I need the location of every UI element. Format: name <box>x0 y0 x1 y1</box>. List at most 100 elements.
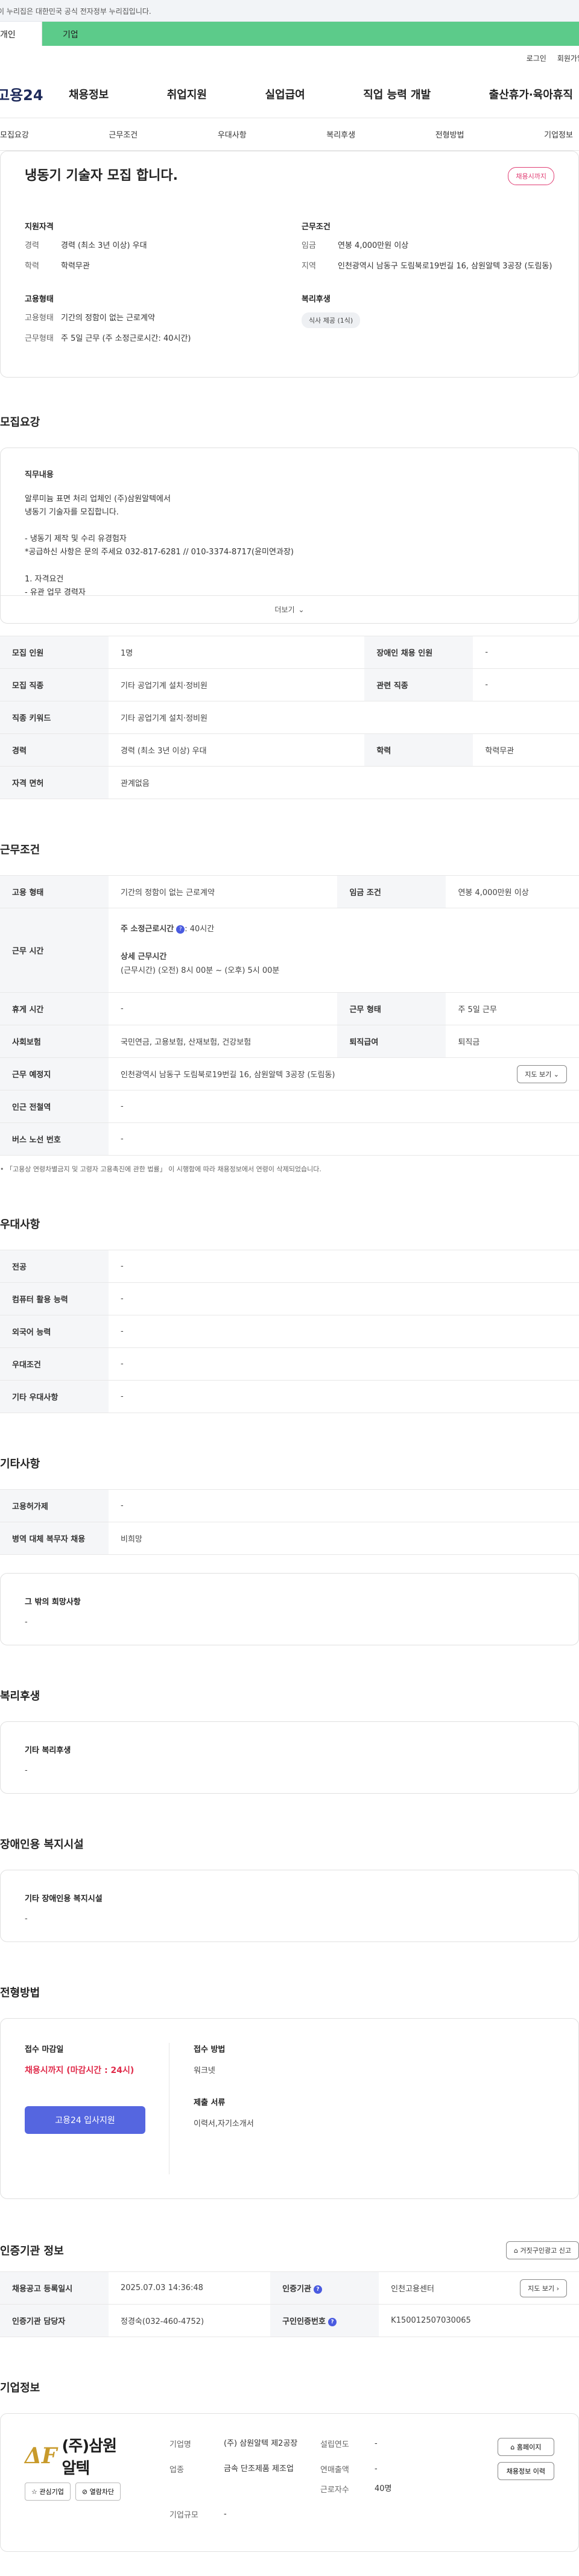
block-view-button[interactable]: ⊘ 열람차단 <box>75 2483 121 2501</box>
summary-employment: 고용형태 고용형태 기간의 정함이 없는 근로계약 근무형태 주 5일 근무 (주 … <box>25 293 277 353</box>
edu-value: 학력무관 <box>61 261 90 271</box>
home-icon: ⌂ <box>514 2247 519 2255</box>
row-value: - <box>109 1250 579 1283</box>
founded-value: - <box>375 2439 378 2448</box>
more-button[interactable]: 더보기 ⌄ <box>1 595 578 623</box>
work-form-label: 근무형태 <box>25 334 54 343</box>
exp-value: 경력 (최소 3년 이상) 우대 <box>61 241 147 250</box>
row-value: 경력 (최소 3년 이상) 우대 <box>109 733 365 767</box>
logo-text: (주)삼원알텍 <box>62 2437 118 2478</box>
row-value: - <box>473 668 579 701</box>
section-title-recruit: 모집요강 <box>0 416 40 429</box>
row-value: - <box>109 1380 579 1413</box>
row-label: 임금 조건 <box>337 875 446 908</box>
help-icon[interactable]: ? <box>176 925 185 934</box>
nav-jobs[interactable]: 채용정보 <box>69 86 109 102</box>
row-label: 근무 시간 <box>0 908 109 993</box>
revenue-value: - <box>375 2464 378 2473</box>
chevron-right-icon: › <box>556 2284 559 2293</box>
nav-employment-support[interactable]: 취업지원 <box>167 86 207 102</box>
employment-heading: 고용형태 <box>25 295 54 304</box>
docs-value: 이력서,자기소개서 <box>194 2119 254 2128</box>
row-label: 근무 예정지 <box>0 1057 109 1090</box>
table-row: 사회보험 국민연금, 고용보험, 산재보험, 건강보험 퇴직급여 퇴직금 <box>0 1025 579 1058</box>
employment-type-value: 기간의 정함이 없는 근로계약 <box>61 314 155 323</box>
row-value: 기간의 정함이 없는 근로계약 <box>109 875 338 908</box>
row-label: 기타 우대사항 <box>0 1380 109 1413</box>
anchor-conditions[interactable]: 근무조건 <box>109 128 138 140</box>
table-row: 전공 - <box>0 1250 579 1283</box>
job-history-button[interactable]: 채용정보 이력 <box>497 2462 554 2480</box>
row-value: 기타 공업기계 설치·정비원 <box>109 701 579 734</box>
help-icon[interactable]: ? <box>314 2285 323 2294</box>
row-label: 퇴직급여 <box>337 1025 446 1058</box>
nav-skill-development[interactable]: 직업 능력 개발 <box>363 86 431 102</box>
summary-welfare: 복리후생 식사 제공 (1식) <box>302 293 554 353</box>
agency-map-button[interactable]: 지도 보기 › <box>520 2279 567 2297</box>
homepage-label: 홈페이지 <box>516 2443 542 2451</box>
block-label: 열람차단 <box>89 2488 115 2496</box>
section-title-agency: 인증기관 정보 <box>0 2245 64 2258</box>
cert-label: 구인인증번호 <box>282 2317 326 2326</box>
login-link[interactable]: 로그인 <box>527 53 546 70</box>
table-row: 외국어 능력 - <box>0 1315 579 1348</box>
tab-company[interactable]: 기업 <box>42 22 579 46</box>
help-icon[interactable]: ? <box>327 2317 337 2326</box>
job-description-card: 직무내용 알루미늄 표면 처리 업체인 (주)삼원알텍에서 냉동기 기술자를 모… <box>0 448 579 624</box>
row-label: 모집 인원 <box>0 636 109 669</box>
nav-parental-leave[interactable]: 출산휴가·육아휴직 <box>489 86 573 102</box>
anchor-company[interactable]: 기업정보 <box>544 128 573 140</box>
job-title: 냉동기 기술자 모집 합니다. <box>25 168 178 183</box>
signup-link[interactable]: 회원가입 <box>557 53 579 70</box>
row-label: 외국어 능력 <box>0 1315 109 1348</box>
logo-mark: ΔF <box>25 2443 57 2469</box>
map-view-button[interactable]: 지도 보기 ⌄ <box>517 1065 567 1083</box>
anchor-preference[interactable]: 우대사항 <box>218 128 247 140</box>
welfare-chip: 식사 제공 (1식) <box>302 312 361 328</box>
gov-banner: 이 누리집은 대한민국 공식 전자정부 누리집입니다. <box>0 0 579 22</box>
job-summary-card: 냉동기 기술자 모집 합니다. 채용시까지 지원자격 경력 경력 (최소 3년 이… <box>0 151 579 378</box>
welfare-card: 기타 복리후생 - <box>0 1721 579 1794</box>
qualification-heading: 지원자격 <box>25 223 54 232</box>
table-row: 근무 시간 주 소정근로시간?: 40시간 상세 근무시간 (근무시간) (오전… <box>0 908 579 993</box>
nav-unemployment-benefit[interactable]: 실업급여 <box>265 86 305 102</box>
anchor-selection[interactable]: 전형방법 <box>435 128 464 140</box>
docs-label: 제출 서류 <box>194 2098 226 2107</box>
row-value: - <box>109 1347 579 1381</box>
size-label: 기업규모 <box>169 2510 198 2520</box>
company-name-label: 기업명 <box>169 2440 191 2449</box>
row-value: K150012507030065 <box>379 2304 579 2337</box>
anchor-welfare[interactable]: 복리후생 <box>326 128 355 140</box>
homepage-button[interactable]: ⌂ 홈페이지 <box>497 2438 554 2456</box>
recruit-table: 모집 인원 1명 장애인 채용 인원 - 모집 직종 기타 공업기계 설치·정비… <box>0 636 579 799</box>
row-value: 관계없음 <box>109 766 579 799</box>
row-value: - <box>109 992 338 1025</box>
apply-button[interactable]: 고용24 입사지원 <box>25 2106 145 2134</box>
hours-main-label: 주 소정근로시간 <box>121 925 174 934</box>
table-row: 자격 면허 관계없음 <box>0 766 579 799</box>
company-info: 기업명 (주) 삼원알텍 제2공장 설립연도 - 업종 금속 단조제품 제조업 … <box>169 2438 453 2527</box>
interest-company-button[interactable]: ☆ 관심기업 <box>25 2483 71 2501</box>
gov-banner-text: 이 누리집은 대한민국 공식 전자정부 누리집입니다. <box>0 7 151 16</box>
interest-label: 관심기업 <box>39 2488 64 2496</box>
org-value: 인천고용센터 <box>391 2285 434 2294</box>
row-value: 비희망 <box>109 1522 579 1555</box>
section-title-company: 기업정보 <box>0 2382 40 2394</box>
row-value: - <box>109 1315 579 1348</box>
site-logo[interactable]: 고용24 <box>0 83 69 104</box>
row-value: 학력무관 <box>473 733 579 767</box>
size-value: - <box>224 2509 227 2519</box>
table-row: 기타 우대사항 - <box>0 1380 579 1413</box>
employees-value: 40명 <box>375 2484 392 2493</box>
welfare-label: 기타 복리후생 <box>25 1746 71 1755</box>
edu-label: 학력 <box>25 261 39 271</box>
work-hours-cell: 주 소정근로시간?: 40시간 상세 근무시간 (근무시간) (오전) 8시 0… <box>109 908 579 993</box>
hours-detail-label: 상세 근무시간 <box>121 952 167 961</box>
report-false-ad-button[interactable]: ⌂ 거짓구인광고 신고 <box>506 2241 579 2259</box>
home-icon: ⌂ <box>510 2443 515 2451</box>
wage-label: 임금 <box>302 241 316 250</box>
anchor-recruit[interactable]: 모집요강 <box>0 128 29 140</box>
hours-detail-value: (근무시간) (오전) 8시 00분 ~ (오후) 5시 00분 <box>121 966 280 976</box>
agency-map-label: 지도 보기 <box>528 2284 555 2293</box>
tab-personal[interactable]: 개인 <box>0 22 42 46</box>
